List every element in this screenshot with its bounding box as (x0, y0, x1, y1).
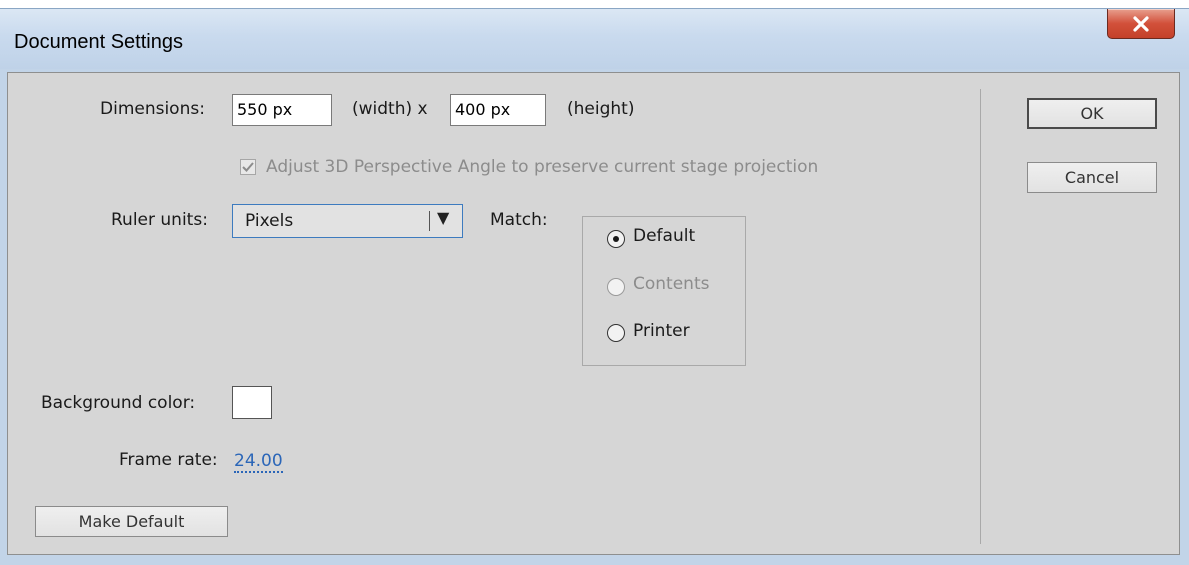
width-suffix-label: (width) x (352, 99, 428, 119)
perspective-label: Adjust 3D Perspective Angle to preserve … (266, 157, 819, 177)
frame-rate-label: Frame rate: (119, 450, 218, 470)
checkmark-icon (242, 162, 254, 172)
background-color-label: Background color: (41, 393, 196, 413)
match-label: Match: (490, 210, 548, 230)
make-default-button[interactable]: Make Default (35, 506, 228, 537)
dropdown-divider (429, 211, 430, 231)
ruler-units-value: Pixels (245, 211, 294, 231)
match-contents-radio[interactable] (607, 278, 625, 296)
frame-rate-value[interactable]: 24.00 (234, 451, 283, 473)
match-default-radio[interactable] (607, 230, 625, 248)
perspective-checkbox[interactable] (240, 159, 256, 175)
width-input[interactable]: 550 px (232, 94, 332, 126)
cancel-button[interactable]: Cancel (1027, 162, 1157, 193)
height-suffix-label: (height) (567, 99, 635, 119)
ruler-units-select[interactable]: Pixels ▼ (232, 204, 463, 238)
match-default-label: Default (633, 226, 696, 246)
window-title: Document Settings (14, 31, 183, 53)
height-input[interactable]: 400 px (450, 94, 546, 126)
dimensions-label: Dimensions: (100, 99, 205, 119)
dialog-body: Dimensions: 550 px (width) x 400 px (hei… (7, 72, 1180, 555)
match-groupbox: Default Contents Printer (582, 216, 746, 366)
radio-selected-dot (613, 236, 619, 242)
match-contents-label: Contents (633, 274, 710, 294)
vertical-divider (980, 89, 981, 544)
close-button[interactable] (1107, 9, 1175, 39)
match-printer-label: Printer (633, 321, 690, 341)
document-settings-dialog: Document Settings Dimensions: 550 px (wi… (0, 8, 1189, 565)
dropdown-arrow-icon: ▼ (437, 208, 450, 227)
title-bar[interactable]: Document Settings (0, 9, 1189, 69)
close-icon (1133, 15, 1149, 32)
ruler-units-label: Ruler units: (111, 210, 208, 230)
background-color-swatch[interactable] (232, 386, 272, 419)
ok-button[interactable]: OK (1027, 98, 1157, 129)
match-printer-radio[interactable] (607, 324, 625, 342)
